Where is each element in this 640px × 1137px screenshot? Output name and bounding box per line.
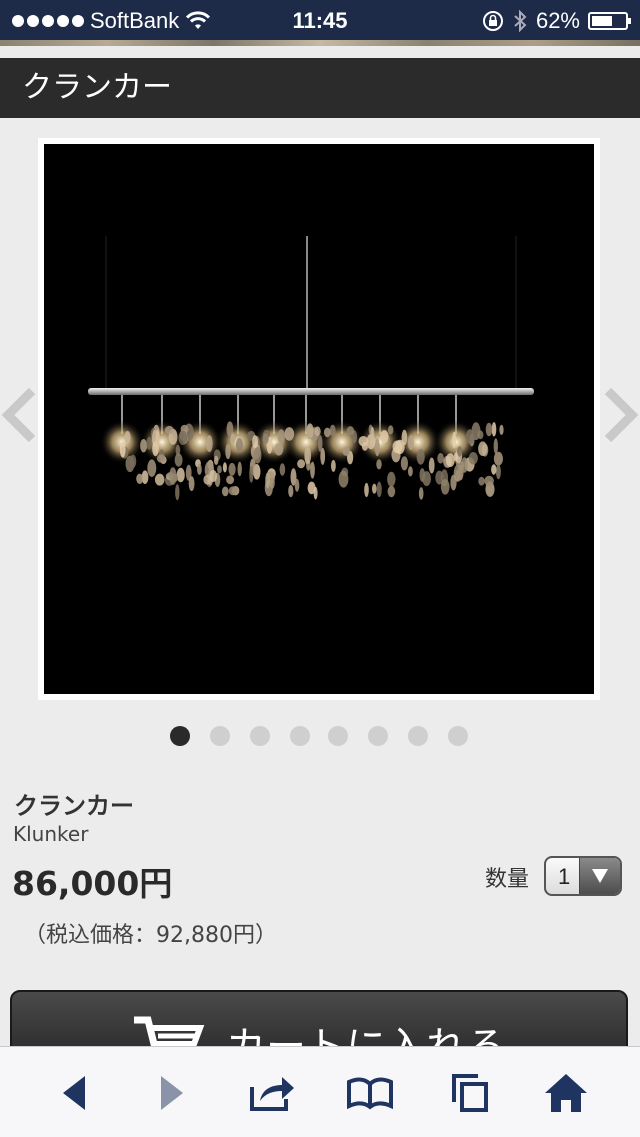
tax-included-price: （税込価格：92,880円） bbox=[24, 923, 277, 948]
status-right: 62% bbox=[482, 8, 631, 34]
share-button[interactable] bbox=[248, 1071, 296, 1115]
pager-dot[interactable] bbox=[290, 726, 310, 746]
next-image-arrow-icon[interactable] bbox=[600, 385, 640, 445]
page-header: クランカー bbox=[0, 58, 640, 118]
page-banner-strip bbox=[0, 40, 640, 46]
rotation-lock-icon bbox=[482, 11, 503, 31]
battery-icon bbox=[588, 12, 631, 30]
bookmarks-button[interactable] bbox=[346, 1071, 394, 1115]
bluetooth-icon bbox=[514, 9, 527, 33]
previous-image-arrow-icon[interactable] bbox=[0, 385, 40, 445]
page-title: クランカー bbox=[22, 70, 172, 105]
quantity-select[interactable]: 1 bbox=[544, 856, 622, 896]
battery-level bbox=[592, 16, 612, 26]
quantity-value: 1 bbox=[558, 864, 571, 889]
pager-dot[interactable] bbox=[250, 726, 270, 746]
pager-dot[interactable] bbox=[408, 726, 428, 746]
product-image[interactable] bbox=[44, 144, 594, 694]
back-icon bbox=[63, 1076, 85, 1110]
bookmarks-icon bbox=[347, 1077, 393, 1110]
pager-dot[interactable] bbox=[448, 726, 468, 746]
pager-dot[interactable] bbox=[170, 726, 190, 746]
tabs-icon bbox=[452, 1074, 488, 1112]
forward-icon bbox=[161, 1076, 183, 1110]
home-button[interactable] bbox=[542, 1071, 590, 1115]
back-button[interactable] bbox=[50, 1071, 98, 1115]
forward-button[interactable] bbox=[148, 1071, 196, 1115]
product-price: 86,000円 bbox=[12, 864, 173, 903]
quantity-label: 数量 bbox=[485, 867, 530, 892]
dropdown-arrow-icon[interactable] bbox=[579, 858, 620, 894]
home-icon bbox=[545, 1074, 587, 1112]
battery-percent: 62% bbox=[535, 8, 580, 33]
pager-dot[interactable] bbox=[210, 726, 230, 746]
image-pager[interactable] bbox=[0, 726, 640, 746]
product-english-name: Klunker bbox=[13, 822, 89, 846]
product-name: クランカー bbox=[14, 792, 134, 820]
browser-toolbar bbox=[0, 1046, 640, 1137]
tabs-button[interactable] bbox=[446, 1071, 494, 1115]
pager-dot[interactable] bbox=[328, 726, 348, 746]
share-icon bbox=[250, 1077, 294, 1111]
status-bar: SoftBank 11:45 62% bbox=[0, 0, 640, 40]
pager-dot[interactable] bbox=[368, 726, 388, 746]
product-image-frame[interactable] bbox=[38, 138, 600, 700]
